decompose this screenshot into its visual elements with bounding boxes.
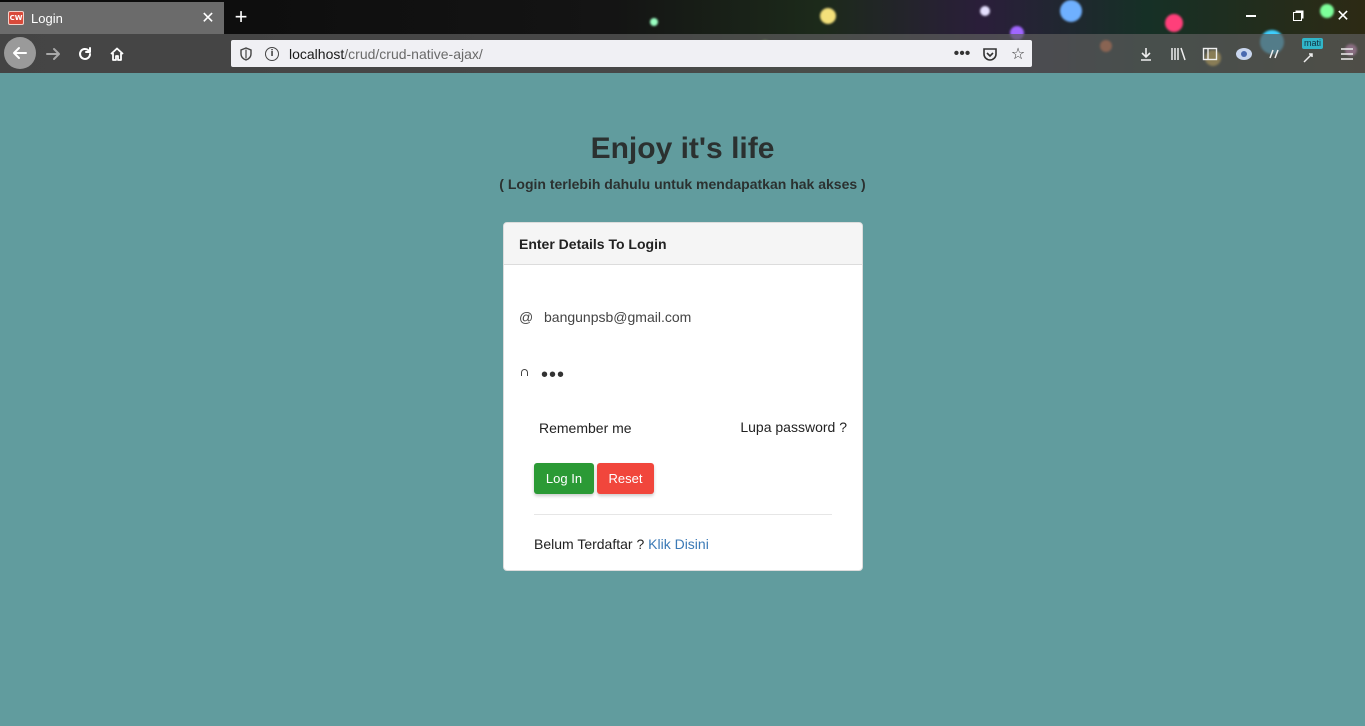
browser-chrome: CW Login ✕ + ✕ i localhost/crud/crud-nat… [0,0,1365,73]
pocket-icon[interactable] [976,40,1004,67]
url-text[interactable]: localhost/crud/crud-native-ajax/ [289,46,948,62]
tab-title: Login [31,10,63,26]
password-row: ••• [519,363,849,387]
site-favicon-icon: CW [8,11,24,25]
tab-close-icon[interactable]: ✕ [200,8,216,28]
remember-me-checkbox[interactable]: Remember me [539,420,632,436]
register-prompt: Belum Terdaftar ? Klik Disini [534,536,709,552]
window-close-button[interactable]: ✕ [1333,6,1353,26]
tracking-shield-icon[interactable] [239,46,253,61]
site-info-icon[interactable]: i [265,46,279,61]
login-button[interactable]: Log In [534,463,594,494]
email-field[interactable]: bangunpsb@gmail.com [539,305,829,329]
at-sign-icon: @ [519,309,534,325]
downloads-icon[interactable] [1135,43,1157,65]
extension-puzzle-icon[interactable] [1263,43,1285,65]
extension-ghostery-icon[interactable] [1233,43,1255,65]
card-divider [534,514,832,515]
register-text: Belum Terdaftar ? [534,536,645,552]
extension-mati-icon[interactable]: mati [1298,38,1324,65]
tab-strip: CW Login ✕ + ✕ [0,0,1365,34]
navigation-toolbar: i localhost/crud/crud-native-ajax/ ••• ☆… [0,34,1365,73]
reload-icon[interactable] [70,39,100,69]
new-tab-plus-icon[interactable]: + [231,4,251,30]
url-path: /crud/crud-native-ajax/ [344,45,483,62]
hamburger-menu-icon[interactable] [1336,43,1358,65]
tab-login[interactable]: CW Login ✕ [0,2,224,34]
reset-button[interactable]: Reset [597,463,654,494]
email-row: @ bangunpsb@gmail.com [519,305,849,329]
forgot-password-link[interactable]: Lupa password ? [740,419,847,435]
login-card-header: Enter Details To Login [504,223,862,265]
sidebar-icon[interactable] [1199,43,1221,65]
url-bar[interactable]: i localhost/crud/crud-native-ajax/ ••• ☆ [231,40,1032,67]
forward-arrow-icon[interactable] [38,39,68,69]
password-field[interactable]: ••• [539,363,829,387]
page-subtitle: ( Login terlebih dahulu untuk mendapatka… [499,176,866,192]
library-icon[interactable] [1167,43,1189,65]
back-arrow-icon[interactable] [4,37,36,69]
page-title: Enjoy it's life [590,132,775,165]
url-host: localhost [289,45,345,62]
bookmark-star-icon[interactable]: ☆ [1004,40,1032,67]
page-actions-ellipsis-icon[interactable]: ••• [948,40,976,67]
home-icon[interactable] [102,39,132,69]
window-minimize-button[interactable] [1241,6,1261,26]
window-restore-button[interactable] [1287,6,1307,26]
register-link[interactable]: Klik Disini [648,536,709,552]
login-card: Enter Details To Login @ bangunpsb@gmail… [503,222,863,571]
extension-badge: mati [1302,38,1324,49]
